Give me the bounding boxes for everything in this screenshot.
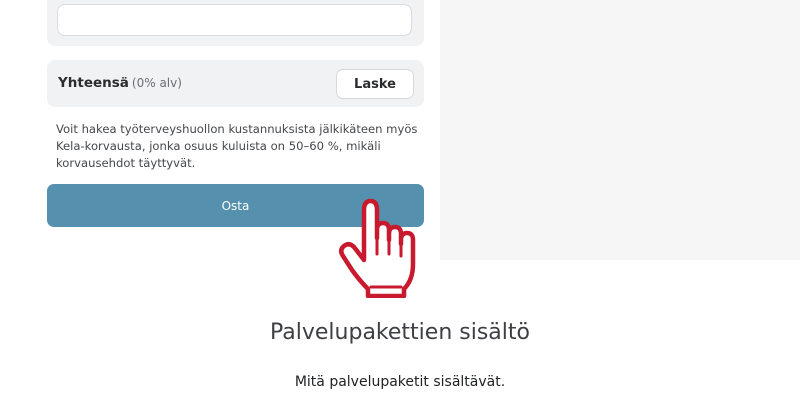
total-panel: Yhteensä (0% alv) Laske xyxy=(47,60,424,107)
hand-pointer-icon xyxy=(339,198,416,298)
section-title: Palvelupakettien sisältö xyxy=(270,320,530,345)
form-text-input[interactable] xyxy=(57,4,412,36)
calculate-button[interactable]: Laske xyxy=(336,69,414,99)
total-label-text: Yhteensä xyxy=(58,75,129,91)
section-subtitle: Mitä palvelupaketit sisältävät. xyxy=(294,374,506,390)
total-vat-note: (0% alv) xyxy=(131,76,182,90)
total-label: Yhteensä (0% alv) xyxy=(58,75,182,91)
input-panel xyxy=(47,0,424,46)
page: Yhteensä (0% alv) Laske Voit hakea työter… xyxy=(0,0,800,400)
kela-info-text: Voit hakea työterveyshuollon kustannuksi… xyxy=(56,122,418,170)
